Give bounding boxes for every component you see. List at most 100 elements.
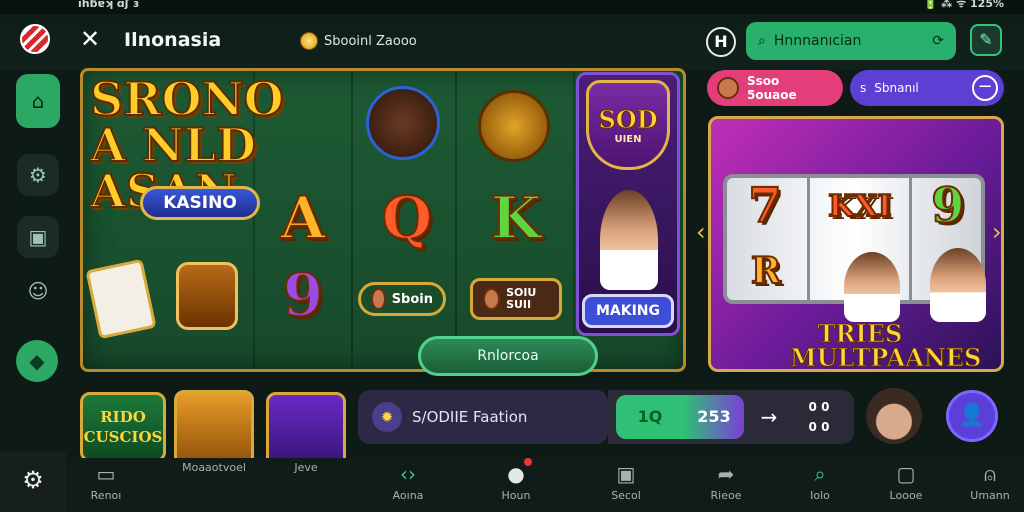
reel-nine: 9 — [930, 177, 965, 235]
help-button[interactable]: H — [706, 27, 736, 57]
nav-item-reno[interactable]: ▭ Renoı — [66, 458, 146, 512]
chat-icon: ▢ — [896, 462, 916, 486]
refresh-icon[interactable]: ⟳ — [932, 33, 944, 49]
play-button[interactable]: Rnlorcoa — [418, 336, 598, 376]
chip-label: Sboin — [391, 291, 433, 307]
player-image — [930, 248, 986, 322]
profile-icon: ⍝ — [984, 462, 996, 486]
game-tile-rido[interactable]: RIDO CUSCIOS — [80, 392, 166, 462]
slot-right-arrow-icon[interactable]: › — [992, 218, 1012, 254]
info-bar[interactable]: ✹ S/ODIIE Faation — [358, 390, 608, 444]
shield-subtitle: UIEN — [614, 134, 642, 145]
search-icon: ⌕ — [814, 462, 826, 486]
nav-item-umann[interactable]: ⍝ Umann — [950, 458, 1024, 512]
arrow-right-icon[interactable]: → — [744, 405, 794, 429]
coin-text: Sbooinl Zaooo — [324, 33, 417, 49]
nav-label: Secol — [611, 489, 641, 502]
nav-label: Umann — [970, 489, 1010, 502]
status-icons: 🔋 ⁂ ᯤ 125% — [923, 0, 1004, 10]
nav-label: Renoı — [90, 489, 122, 502]
minus-icon[interactable]: − — [972, 75, 998, 101]
score-bar: 1Q 253 → 0 0 0 0 — [608, 390, 854, 444]
making-button[interactable]: MAKING — [582, 294, 674, 328]
bell-icon: ● — [507, 462, 525, 486]
close-icon[interactable]: ✕ — [76, 24, 104, 54]
avatar — [717, 77, 739, 99]
nav-item-secol[interactable]: ▣ Secol — [586, 458, 666, 512]
settings-icon[interactable]: ⚙ — [0, 452, 66, 512]
chip-label: SOIU SUII — [506, 286, 537, 311]
reel-r: R — [750, 249, 782, 293]
owl-icon[interactable] — [478, 90, 550, 162]
avatar — [483, 288, 501, 310]
nav-label: Loooe — [889, 489, 923, 502]
stack-line: 0 0 — [808, 400, 830, 414]
search-icon: ⌕ — [758, 33, 766, 49]
search-bar[interactable]: ⌕ Hnnnanıcian ⟳ — [746, 22, 956, 60]
symbol-a[interactable]: A — [268, 183, 338, 253]
nav-item-rieoe[interactable]: ➦ Rieoe — [686, 458, 766, 512]
nav-label: Jeve — [294, 461, 318, 474]
shield-badge: SOD UIEN — [586, 80, 670, 170]
reel-kxi: KXI — [827, 188, 892, 225]
avatar — [371, 288, 386, 310]
status-time: ıhƃɐʞ ɑʃ ɜ — [78, 0, 140, 10]
symbol-q[interactable]: Q — [372, 183, 442, 253]
user-icon[interactable]: 👤 — [946, 390, 998, 442]
wallet-icon: ꜱ — [860, 81, 867, 95]
balance-label: Sbnanıl — [874, 81, 919, 95]
nav-item-jeve[interactable]: Jeve — [266, 458, 346, 512]
shield-title: SOD — [598, 105, 658, 135]
player-image — [844, 252, 900, 322]
book-icon: ▣ — [616, 462, 636, 486]
nav-item-moaaotvoel[interactable]: Moaaotvoel — [174, 458, 254, 512]
bonus-pill[interactable]: Ssoo 5ouaoe — [707, 70, 843, 106]
symbol-9[interactable]: 9 — [270, 260, 336, 330]
home-icon: ▭ — [96, 462, 116, 486]
slot-left-arrow-icon[interactable]: ‹ — [696, 218, 716, 254]
reel-seven: 7 — [747, 177, 782, 235]
balance-pill[interactable]: ꜱ Sbnanıl − — [850, 70, 1004, 106]
search-text: Hnnnanıcian — [773, 33, 862, 49]
profile-avatar[interactable] — [866, 388, 922, 444]
bull-icon[interactable] — [366, 86, 440, 160]
nav-label: Aoına — [392, 489, 424, 502]
treasure-icon[interactable] — [176, 262, 238, 330]
score-b: 253 — [684, 395, 744, 439]
nav-label: Rieoe — [710, 489, 742, 502]
app-title: Ilnonasia — [124, 29, 222, 51]
map-icon[interactable]: ⌂ — [16, 74, 60, 128]
bottom-nav: ▭ Renoı Moaaotvoel Jeve ‹› Aoına ● Houn … — [66, 458, 1024, 512]
nav-item-aoina[interactable]: ‹› Aoına — [368, 458, 448, 512]
nav-label: Houn — [501, 489, 531, 502]
wallet-icon[interactable]: ▣ — [17, 216, 59, 258]
kasino-badge[interactable]: KASINO — [140, 186, 260, 220]
slot-title: TRIES MULTPAANES — [790, 319, 982, 372]
gear-icon: ✹ — [372, 402, 402, 432]
nav-label: Moaaotvoel — [182, 461, 246, 474]
nav-item-houn[interactable]: ● Houn — [476, 458, 556, 512]
app-logo — [20, 24, 50, 54]
dealer-image — [600, 190, 658, 290]
notification-dot — [524, 458, 532, 466]
share-icon: ➦ — [717, 462, 735, 486]
symbol-k[interactable]: K — [478, 183, 554, 253]
nav-item-loooe[interactable]: ▢ Loooe — [866, 458, 946, 512]
chip-soiu[interactable]: SOIU SUII — [470, 278, 562, 320]
nav-label: Iolo — [810, 489, 830, 502]
status-bar: ıhƃɐʞ ɑʃ ɜ 🔋 ⁂ ᯤ 125% — [0, 0, 1024, 14]
coin-balance[interactable]: Sbooinl Zaooo — [300, 31, 417, 51]
stack-line: 0 0 — [808, 420, 830, 434]
users-icon[interactable]: ☺ — [17, 270, 59, 312]
settings-icon[interactable]: ⚙ — [17, 154, 59, 196]
nav-item-iolo[interactable]: ⌕ Iolo — [780, 458, 860, 512]
chip-sboin[interactable]: Sboin — [358, 282, 446, 316]
gem-icon[interactable]: ◆ — [16, 340, 58, 382]
sync-icon: ‹› — [400, 462, 416, 486]
info-text: S/ODIIE Faation — [412, 408, 528, 426]
coin-icon — [300, 32, 318, 50]
score-a: 1Q — [616, 395, 684, 439]
edit-button[interactable]: ✎ — [970, 24, 1002, 56]
bonus-label: Ssoo 5ouaoe — [746, 74, 797, 102]
stack-counter: 0 0 0 0 — [794, 397, 844, 437]
